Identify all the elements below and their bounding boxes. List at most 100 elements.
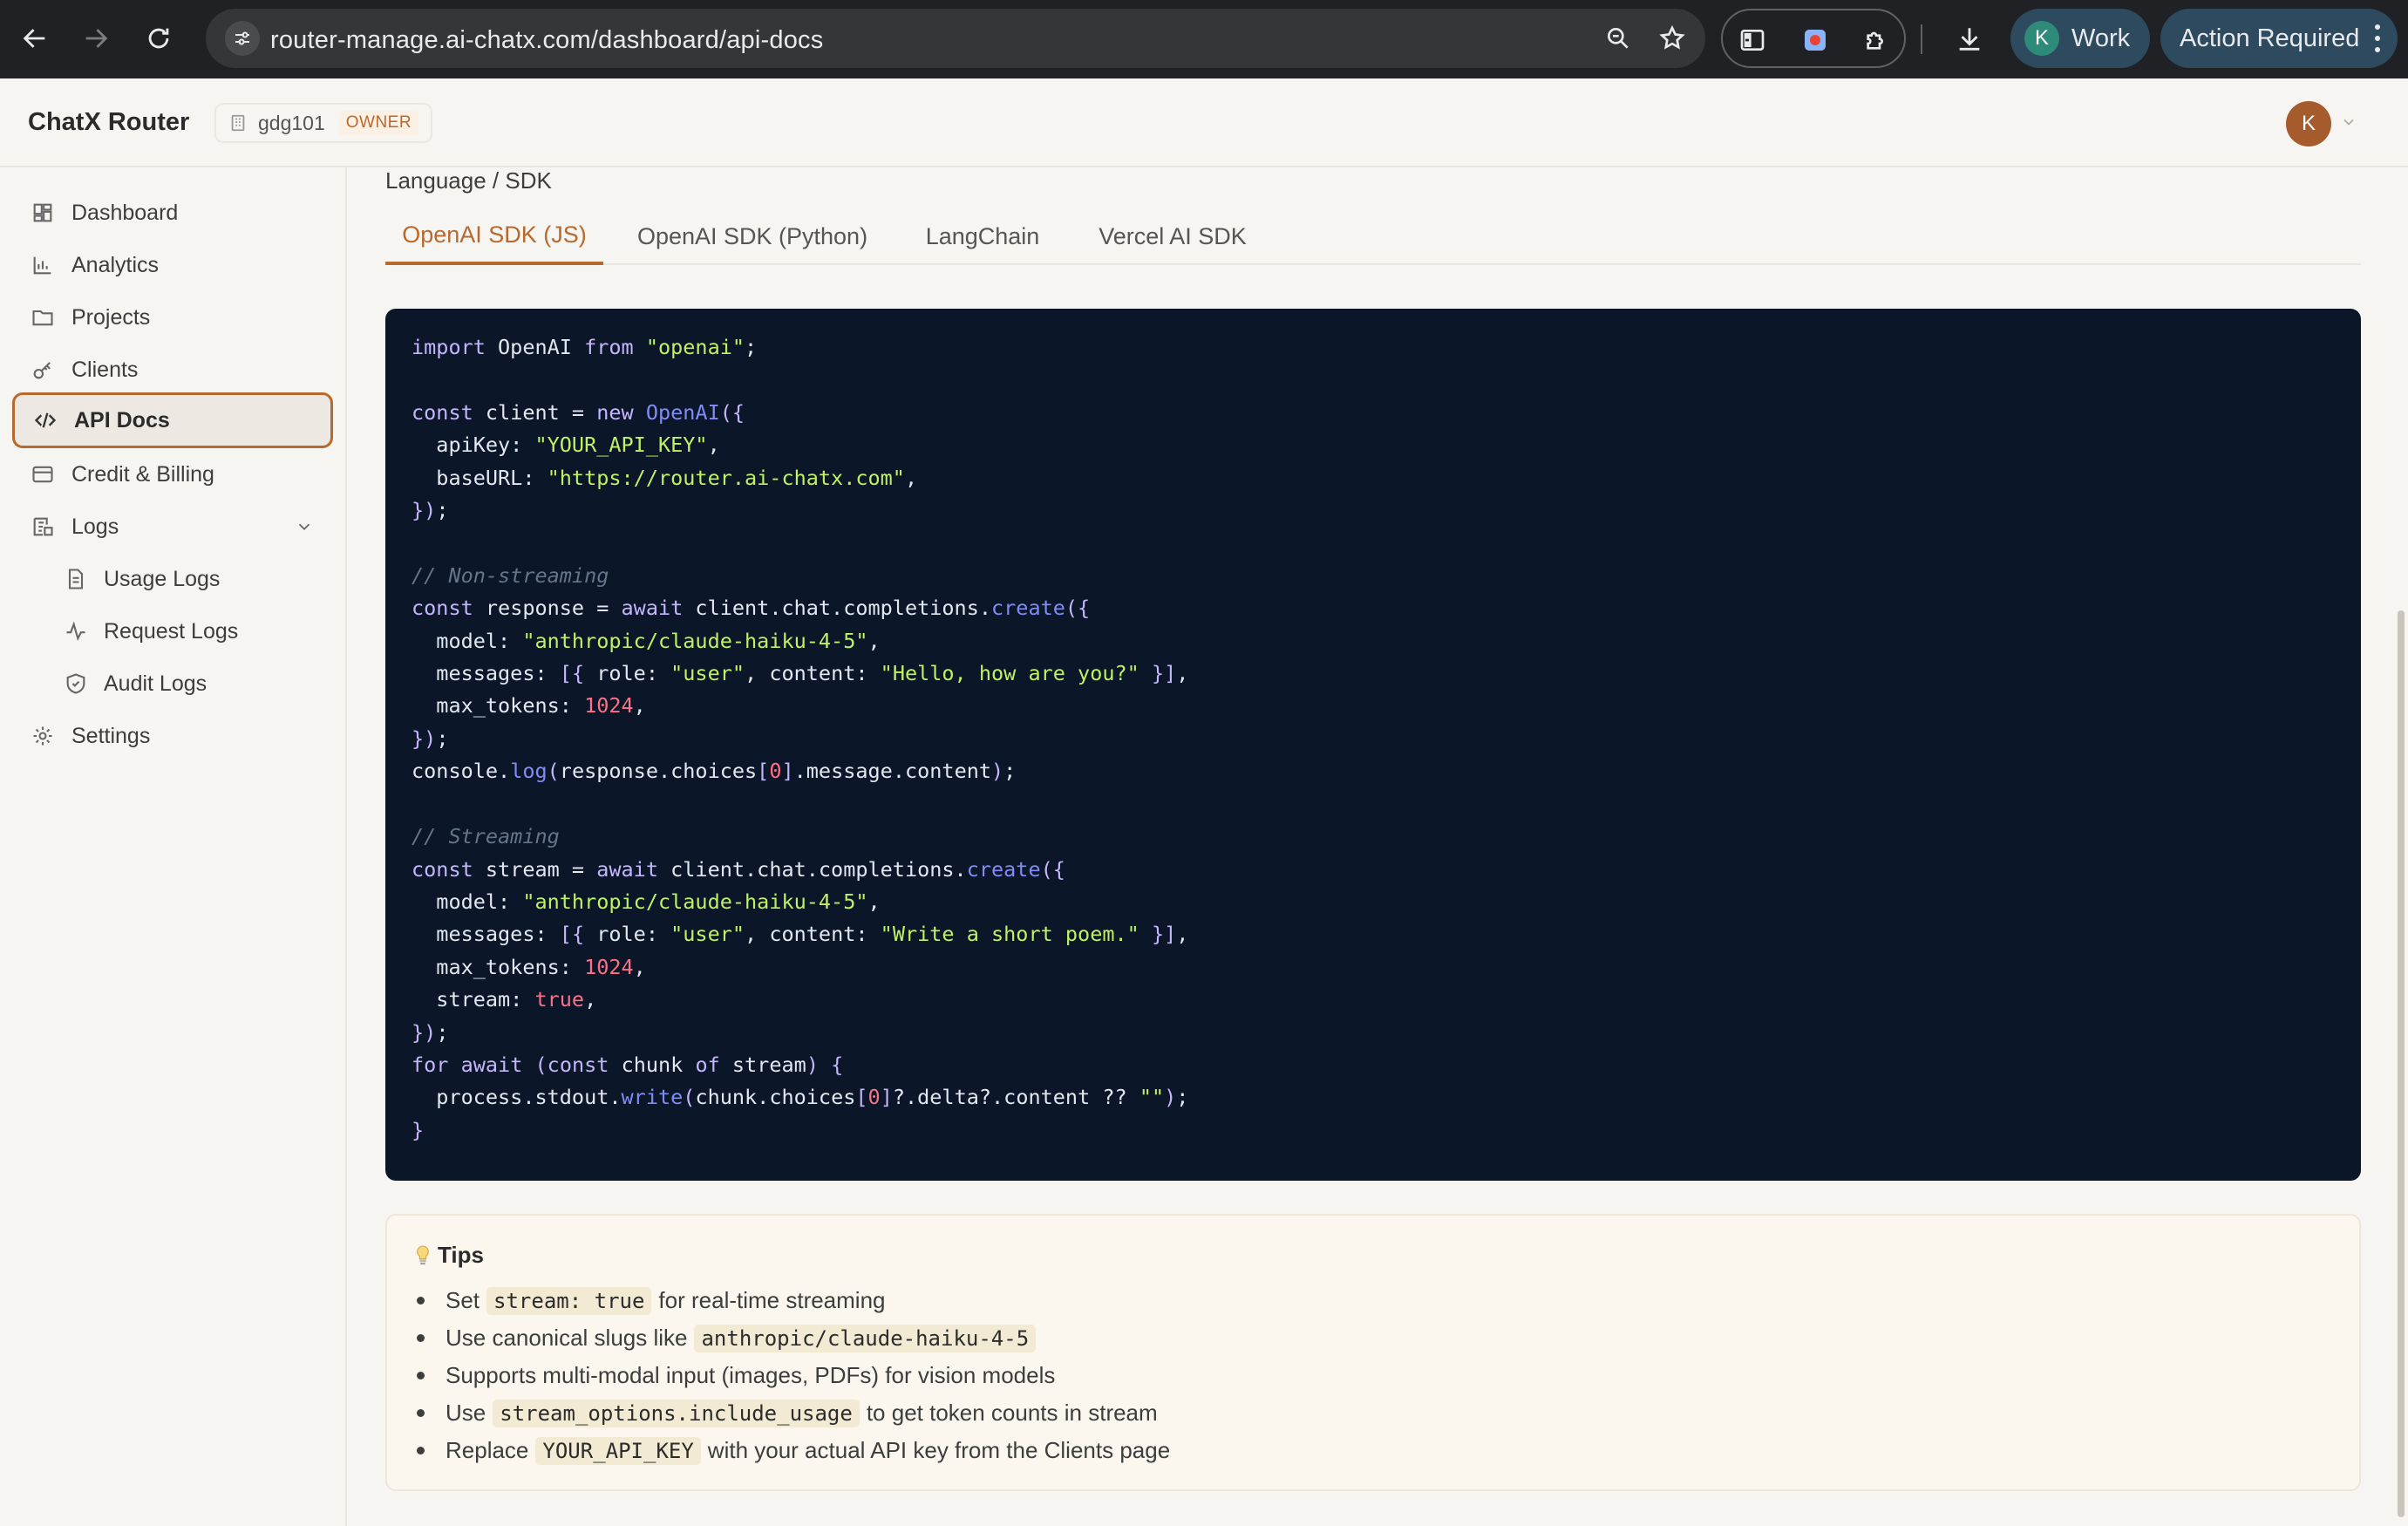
record-extension-icon[interactable] xyxy=(1796,21,1834,59)
org-selector[interactable]: gdg101 OWNER xyxy=(214,103,433,143)
sidepanel-extension-icon[interactable] xyxy=(1733,21,1772,59)
tip-code: YOUR_API_KEY xyxy=(535,1436,701,1465)
arrow-right-icon xyxy=(85,29,108,48)
sidebar-item-audit-logs[interactable]: Audit Logs xyxy=(12,656,333,712)
sidebar-item-clients[interactable]: Clients xyxy=(12,342,333,398)
sidebar-item-logs[interactable]: Logs xyxy=(12,499,333,555)
site-info-icon[interactable] xyxy=(225,21,260,56)
sidebar: Dashboard Analytics Projects Clients API… xyxy=(0,167,347,1526)
download-icon xyxy=(1959,28,1980,51)
action-required-button[interactable]: Action Required xyxy=(2160,9,2398,68)
reload-icon xyxy=(148,28,169,49)
section-label: Language / SDK xyxy=(385,167,552,194)
brand-name[interactable]: ChatX Router xyxy=(28,108,189,137)
code-text[interactable]: import OpenAI from "openai"; const clien… xyxy=(412,331,2335,1147)
sidebar-item-label: Credit & Billing xyxy=(71,461,214,487)
tip-item: Supports multi-modal input (images, PDFs… xyxy=(413,1357,1170,1394)
browser-toolbar: router-manage.ai-chatx.com/dashboard/api… xyxy=(0,0,2408,78)
sidebar-item-label: Usage Logs xyxy=(104,566,221,591)
credit-card-icon xyxy=(30,461,56,487)
chevron-down-icon[interactable] xyxy=(2340,113,2357,131)
sidebar-item-label: Settings xyxy=(71,723,151,748)
tip-item: Use canonical slugs like anthropic/claude… xyxy=(413,1319,1170,1357)
tip-text: for real-time streaming xyxy=(658,1287,886,1313)
tips-title: Tips xyxy=(438,1242,484,1268)
tips-panel: Tips Set stream: true for real-time stream… xyxy=(385,1214,2361,1491)
tip-text: with your actual API key from the Client… xyxy=(707,1437,1171,1463)
tip-text: Supports multi-modal input (images, PDFs… xyxy=(446,1362,1056,1388)
key-icon xyxy=(30,357,56,383)
grid-icon xyxy=(30,200,56,226)
building-icon xyxy=(231,114,245,132)
sidebar-item-label: Logs xyxy=(71,514,119,539)
tips-heading: Tips xyxy=(413,1242,484,1269)
main-content: Language / SDK OpenAI SDK (JS) OpenAI SD… xyxy=(349,167,2408,1526)
code-icon xyxy=(32,407,58,433)
sidebar-item-credit-billing[interactable]: Credit & Billing xyxy=(12,446,333,502)
reload-button[interactable] xyxy=(136,16,181,61)
tip-text: Use xyxy=(446,1400,486,1426)
sidebar-item-dashboard[interactable]: Dashboard xyxy=(12,185,333,241)
logs-icon xyxy=(30,514,56,540)
sidebar-item-settings[interactable]: Settings xyxy=(12,708,333,764)
kebab-menu-icon[interactable] xyxy=(2373,24,2382,52)
address-bar[interactable]: router-manage.ai-chatx.com/dashboard/api… xyxy=(206,9,1705,68)
file-icon xyxy=(63,566,89,592)
tab-vercel-ai-sdk[interactable]: Vercel AI SDK xyxy=(1074,208,1271,265)
action-required-label: Action Required xyxy=(2180,24,2360,52)
bar-chart-icon xyxy=(30,252,56,278)
lightbulb-icon xyxy=(417,1244,429,1264)
role-badge: OWNER xyxy=(338,111,419,135)
code-block[interactable]: import OpenAI from "openai"; const clien… xyxy=(385,309,2361,1181)
tip-code: stream_options.include_usage xyxy=(493,1399,860,1427)
tip-item: Use stream_options.include_usage to get to… xyxy=(413,1394,1170,1432)
org-name: gdg101 xyxy=(258,111,325,134)
url-text[interactable]: router-manage.ai-chatx.com/dashboard/api… xyxy=(270,26,823,55)
bullet-dot xyxy=(417,1334,425,1342)
sidebar-item-label: Dashboard xyxy=(71,200,179,225)
sidebar-item-api-docs[interactable]: API Docs xyxy=(12,392,333,448)
bullet-dot xyxy=(417,1447,425,1454)
extensions-group xyxy=(1721,9,1906,68)
activity-icon xyxy=(63,618,89,644)
shield-icon xyxy=(63,671,89,697)
downloads-button[interactable] xyxy=(1949,19,1990,59)
chevron-down-icon[interactable] xyxy=(295,517,314,536)
tab-langchain[interactable]: LangChain xyxy=(908,208,1057,265)
page-scrollbar[interactable] xyxy=(2398,610,2405,1517)
tip-code: anthropic/claude-haiku-4-5 xyxy=(694,1324,1037,1352)
tip-text: Set xyxy=(446,1287,480,1313)
tip-item: Replace YOUR_API_KEY with your actual API … xyxy=(413,1432,1170,1469)
tab-openai-js[interactable]: OpenAI SDK (JS) xyxy=(385,208,603,265)
tip-code: stream: true xyxy=(486,1286,652,1315)
profile-button[interactable]: K Work xyxy=(2010,9,2150,68)
profile-avatar: K xyxy=(2024,21,2059,56)
tip-item: Set stream: true for real-time streaming xyxy=(413,1282,1170,1319)
tip-text: Replace xyxy=(446,1437,529,1463)
back-button[interactable] xyxy=(12,16,58,61)
sidebar-item-label: Audit Logs xyxy=(104,671,207,696)
tip-text: Use canonical slugs like xyxy=(446,1325,688,1351)
bullet-dot xyxy=(417,1409,425,1417)
tips-list: Set stream: true for real-time streaming Us… xyxy=(413,1282,1170,1469)
sidebar-item-projects[interactable]: Projects xyxy=(12,290,333,345)
sidebar-item-label: Analytics xyxy=(71,252,160,277)
forward-button[interactable] xyxy=(73,16,119,61)
user-avatar[interactable]: K xyxy=(2286,101,2331,146)
toolbar-divider xyxy=(1921,24,1922,54)
arrow-left-icon xyxy=(23,29,45,48)
app-header: ChatX Router gdg101 OWNER K xyxy=(0,78,2408,167)
bullet-dot xyxy=(417,1297,425,1305)
zoom-icon[interactable] xyxy=(1601,21,1636,56)
sidebar-item-label: Projects xyxy=(71,304,151,330)
bookmark-star-icon[interactable] xyxy=(1655,21,1690,56)
sidebar-item-usage-logs[interactable]: Usage Logs xyxy=(12,551,333,607)
sidebar-item-analytics[interactable]: Analytics xyxy=(12,237,333,293)
tip-text: to get token counts in stream xyxy=(866,1400,1158,1426)
tab-openai-python[interactable]: OpenAI SDK (Python) xyxy=(614,208,891,265)
sidebar-item-request-logs[interactable]: Request Logs xyxy=(12,603,333,659)
profile-label: Work xyxy=(2071,24,2131,52)
sidebar-item-label: Clients xyxy=(71,357,139,382)
puzzle-extensions-icon[interactable] xyxy=(1857,21,1895,59)
sidebar-item-label: Request Logs xyxy=(104,618,239,644)
